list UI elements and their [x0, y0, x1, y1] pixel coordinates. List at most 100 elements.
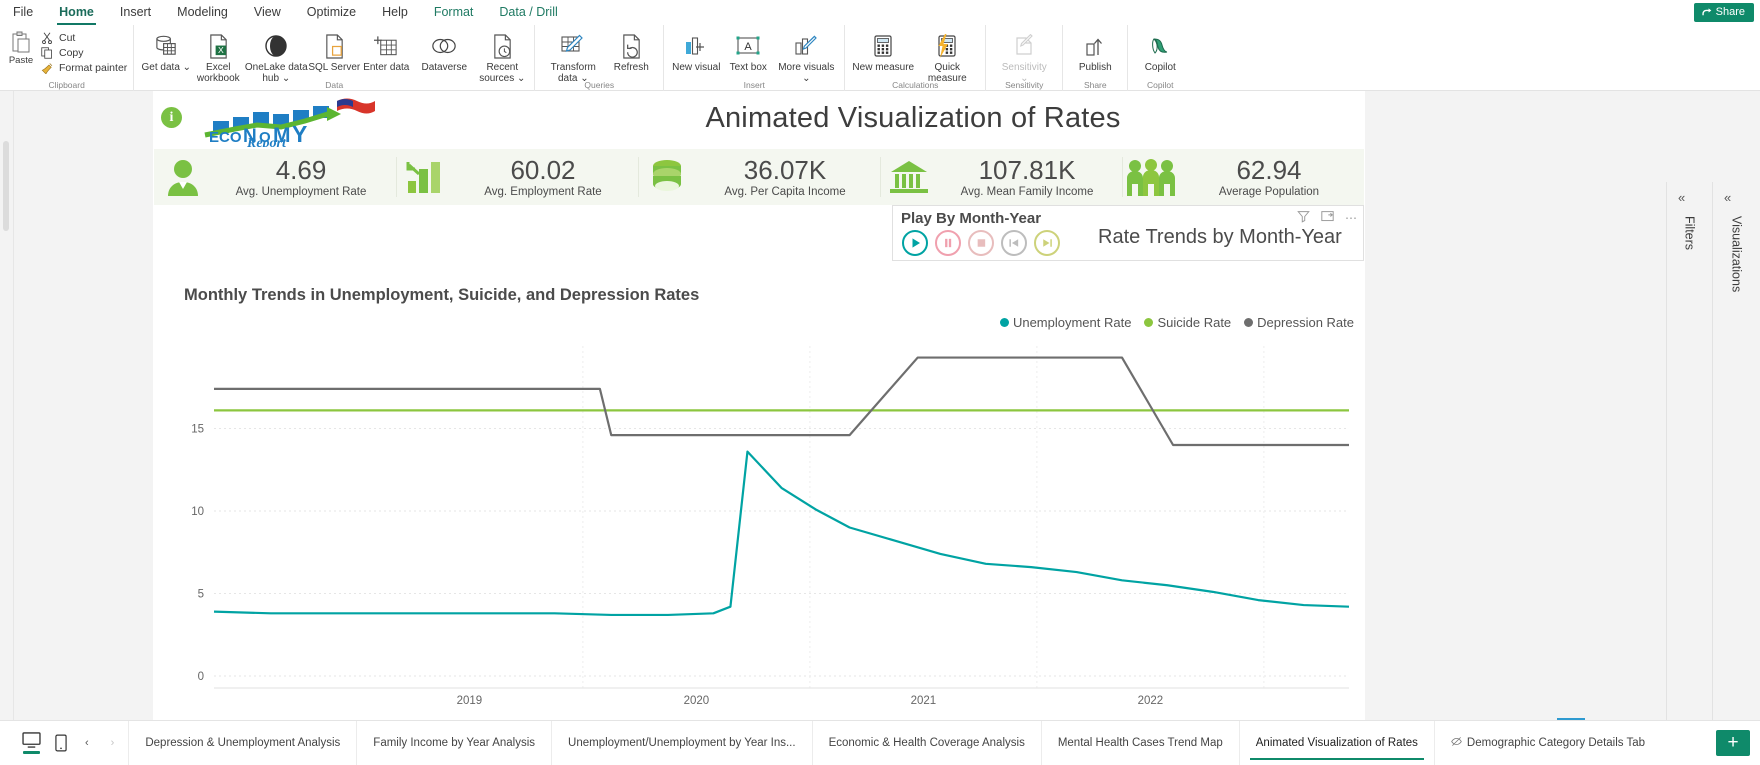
new-measure-button[interactable]: New measure [851, 27, 915, 73]
page-tab-2[interactable]: Unemployment/Unemployment by Year Ins... [551, 721, 812, 765]
new-visual-button[interactable]: New visual [670, 27, 722, 73]
filter-icon[interactable] [1297, 210, 1310, 225]
play-button[interactable] [902, 230, 928, 256]
next-button[interactable] [1034, 230, 1060, 256]
get-data-label: Get data [141, 62, 180, 73]
sensitivity-button[interactable]: Sensitivity ⌄ [992, 27, 1056, 84]
kpi-card-2[interactable]: 36.07K Avg. Per Capita Income [638, 149, 880, 205]
share-icon [1702, 7, 1711, 15]
y-tick-label: 10 [191, 506, 204, 518]
more-options-icon[interactable]: ⋯ [1345, 212, 1357, 224]
enter-data-button[interactable]: Enter data [360, 27, 412, 73]
ribbon-tab-data-drill[interactable]: Data / Drill [486, 2, 570, 23]
kpi-card-0[interactable]: 4.69 Avg. Unemployment Rate [154, 149, 396, 205]
page-tab-1[interactable]: Family Income by Year Analysis [356, 721, 551, 765]
play-axis-slicer: Play By Month-Year ⋯ Rate Trends by Mont… [892, 205, 1364, 261]
page-tab-5[interactable]: Animated Visualization of Rates [1238, 721, 1434, 765]
share-button-label: Share [1715, 6, 1745, 18]
page-tab-label: Mental Health Cases Trend Map [1057, 737, 1223, 749]
recent-sources-button[interactable]: Recent sources ⌄ [476, 27, 528, 84]
pause-button[interactable] [935, 230, 961, 256]
paste-button[interactable]: Paste [2, 27, 40, 66]
ribbon-tab-file[interactable]: File [0, 2, 46, 23]
add-page-button[interactable]: + [1716, 730, 1750, 756]
report-canvas-area: i ECO N O M Y Report Animated Visualizat… [0, 91, 1760, 765]
dataverse-icon [431, 31, 457, 61]
excel-icon: X [207, 31, 230, 61]
power-bi-desktop-window: File Home Insert Modeling View Optimize Help Fo… [0, 0, 1760, 765]
page-tab-label: Unemployment/Unemployment by Year Ins... [568, 737, 796, 749]
page-tab-6[interactable]: Demographic Category Details Tab [1433, 721, 1661, 765]
onelake-icon [264, 31, 288, 61]
kpi-value: 60.02 [510, 155, 576, 185]
ribbon-group-label-data: Data [325, 80, 344, 90]
page-tab-0[interactable]: Depression & Unemployment Analysis [128, 721, 356, 765]
text-box-button[interactable]: A Text box [722, 27, 774, 73]
focus-mode-icon[interactable] [1321, 210, 1334, 225]
copilot-button[interactable]: Copilot [1134, 27, 1186, 73]
filters-pane-label: Filters [1682, 216, 1697, 251]
copy-icon [40, 46, 54, 59]
ribbon-tab-format[interactable]: Format [421, 2, 487, 23]
info-icon[interactable]: i [161, 107, 182, 128]
pause-icon [945, 238, 952, 248]
ribbon: Paste Cut Copy Format painter Clipboard … [0, 25, 1760, 91]
onelake-data-hub-button[interactable]: OneLake data hub ⌄ [244, 27, 308, 84]
cut-button[interactable]: Cut [40, 31, 127, 44]
left-rail-handle[interactable] [3, 141, 9, 231]
ribbon-tab-view[interactable]: View [241, 2, 294, 23]
play-slicer-title: Play By Month-Year [901, 210, 1042, 227]
transform-data-button[interactable]: Transform data ⌄ [541, 27, 605, 84]
copy-button[interactable]: Copy [40, 46, 127, 59]
ribbon-tab-help[interactable]: Help [369, 2, 421, 23]
mobile-view-button[interactable] [55, 734, 67, 752]
visualizations-pane[interactable]: « Visualizations [1712, 182, 1760, 765]
page-tab-3[interactable]: Economic & Health Coverage Analysis [811, 721, 1041, 765]
sensitivity-icon [1012, 31, 1036, 61]
excel-workbook-button[interactable]: X Excel workbook [192, 27, 244, 84]
page-tab-4[interactable]: Mental Health Cases Trend Map [1040, 721, 1239, 765]
kpi-card-4[interactable]: 62.94 Average Population [1122, 149, 1364, 205]
ribbon-group-copilot: Copilot Copilot [1127, 25, 1192, 91]
ribbon-tab-modeling[interactable]: Modeling [164, 2, 241, 23]
view-mode-switcher: ‹ › [0, 721, 128, 765]
svg-text:X: X [218, 45, 224, 55]
refresh-label: Refresh [613, 62, 649, 73]
share-button[interactable]: Share [1693, 3, 1754, 22]
refresh-button[interactable]: Refresh [605, 27, 657, 73]
copy-label: Copy [59, 46, 84, 59]
filters-pane[interactable]: « Filters [1666, 182, 1712, 765]
next-page-button[interactable]: › [107, 737, 119, 749]
chart-plot: 0 5 10 15 2019 2020 2021 2022 [191, 346, 1350, 707]
kpi-card-3[interactable]: 107.81K Avg. Mean Family Income [880, 149, 1122, 205]
publish-label: Publish [1078, 62, 1112, 73]
ribbon-tab-home[interactable]: Home [46, 2, 107, 25]
ribbon-tab-insert[interactable]: Insert [107, 2, 164, 23]
ribbon-group-clipboard: Paste Cut Copy Format painter Clipboard [0, 25, 133, 91]
more-visuals-button[interactable]: More visuals ⌄ [774, 27, 838, 84]
dataverse-button[interactable]: Dataverse [412, 27, 476, 73]
chevron-double-left-icon[interactable]: « [1678, 190, 1685, 205]
paintbrush-icon [40, 61, 54, 74]
kpi-label: Avg. Mean Family Income [960, 186, 1094, 198]
kpi-label: Avg. Per Capita Income [724, 186, 846, 198]
chevron-double-left-icon[interactable]: « [1724, 190, 1731, 205]
get-data-button[interactable]: Get data ⌄ [140, 27, 192, 73]
kpi-card-1[interactable]: 60.02 Avg. Employment Rate [396, 149, 638, 205]
ribbon-group-label-copilot: Copilot [1147, 80, 1174, 90]
previous-button[interactable] [1001, 230, 1027, 256]
text-box-label: Text box [729, 62, 767, 73]
next-icon [1043, 239, 1052, 247]
transform-data-icon [560, 31, 586, 61]
ribbon-group-share: Publish Share [1062, 25, 1127, 91]
publish-button[interactable]: Publish [1069, 27, 1121, 73]
desktop-view-button[interactable] [22, 732, 41, 754]
quick-measure-button[interactable]: Quick measure [915, 27, 979, 84]
sql-server-button[interactable]: SQL Server [308, 27, 360, 73]
format-painter-button[interactable]: Format painter [40, 61, 127, 74]
ribbon-tab-optimize[interactable]: Optimize [294, 2, 369, 23]
x-tick-label: 2020 [684, 695, 710, 707]
enter-data-icon [373, 31, 399, 61]
previous-page-button[interactable]: ‹ [81, 737, 93, 749]
stop-button[interactable] [968, 230, 994, 256]
